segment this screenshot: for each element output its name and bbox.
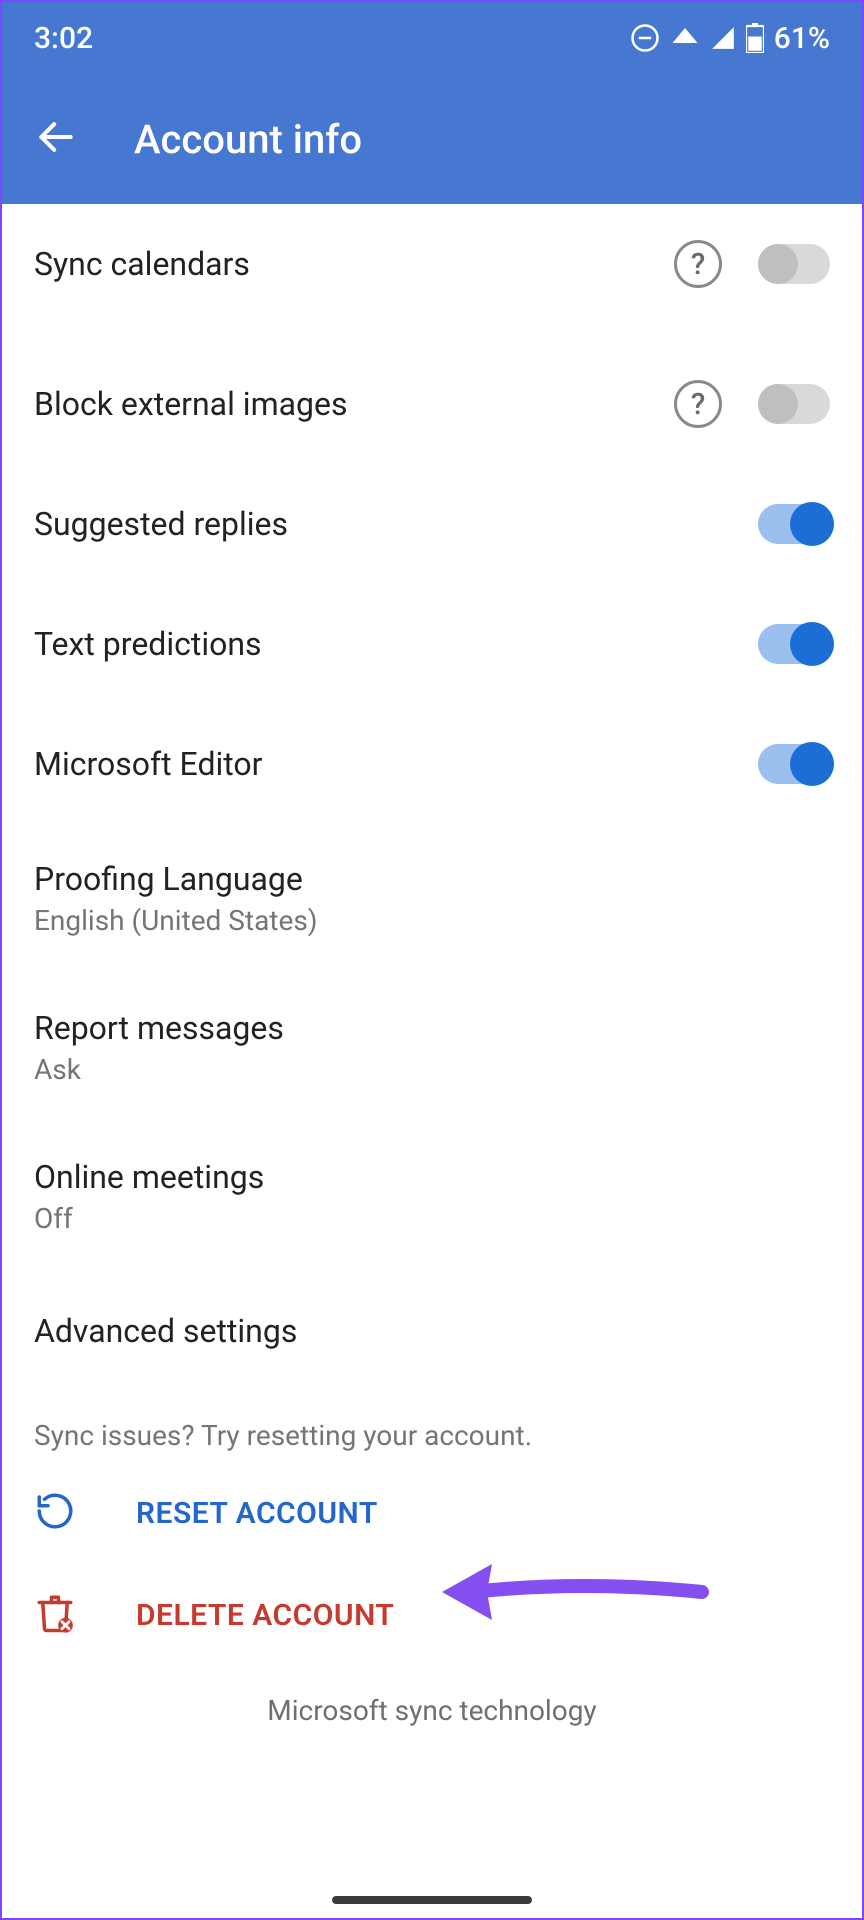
toggle-block-external-images[interactable] <box>758 384 830 424</box>
footer-text: Microsoft sync technology <box>2 1666 862 1737</box>
dnd-icon <box>630 23 660 53</box>
settings-list: Sync calendars ? Block external images ?… <box>2 204 862 1737</box>
status-bar: 3:02 61% <box>2 2 862 74</box>
toggle-suggested-replies[interactable] <box>758 504 830 544</box>
sync-hint: Sync issues? Try resetting your account. <box>2 1391 862 1462</box>
value-online-meetings: Off <box>34 1202 830 1235</box>
app-bar: Account info <box>2 74 862 204</box>
value-proofing-language: English (United States) <box>34 904 830 937</box>
label-advanced-settings: Advanced settings <box>34 1312 830 1350</box>
delete-account-button[interactable]: DELETE ACCOUNT <box>2 1564 862 1666</box>
help-icon[interactable]: ? <box>674 380 722 428</box>
status-right: 61% <box>630 21 830 56</box>
value-report-messages: Ask <box>34 1053 830 1086</box>
row-online-meetings[interactable]: Online meetings Off <box>2 1122 862 1271</box>
label-suggested-replies: Suggested replies <box>34 505 758 543</box>
label-text-predictions: Text predictions <box>34 625 758 663</box>
trash-icon <box>34 1592 76 1638</box>
toggle-microsoft-editor[interactable] <box>758 744 830 784</box>
status-time: 3:02 <box>34 21 93 56</box>
back-button[interactable] <box>34 115 78 163</box>
label-microsoft-editor: Microsoft Editor <box>34 745 758 783</box>
row-text-predictions[interactable]: Text predictions <box>2 584 862 704</box>
label-report-messages: Report messages <box>34 1009 830 1047</box>
label-online-meetings: Online meetings <box>34 1158 830 1196</box>
wifi-icon <box>670 23 700 53</box>
row-advanced-settings[interactable]: Advanced settings <box>2 1271 862 1391</box>
toggle-text-predictions[interactable] <box>758 624 830 664</box>
nav-handle[interactable] <box>332 1896 532 1904</box>
row-proofing-language[interactable]: Proofing Language English (United States… <box>2 824 862 973</box>
reset-account-label: RESET ACCOUNT <box>136 1496 378 1531</box>
reset-account-button[interactable]: RESET ACCOUNT <box>2 1462 862 1564</box>
battery-icon <box>746 23 764 53</box>
delete-account-label: DELETE ACCOUNT <box>136 1598 394 1633</box>
row-microsoft-editor[interactable]: Microsoft Editor <box>2 704 862 824</box>
row-suggested-replies[interactable]: Suggested replies <box>2 464 862 584</box>
label-block-external-images: Block external images <box>34 385 674 423</box>
reset-icon <box>34 1490 76 1536</box>
battery-percent: 61% <box>774 21 830 56</box>
label-sync-calendars: Sync calendars <box>34 245 674 283</box>
signal-icon <box>710 25 736 51</box>
row-report-messages[interactable]: Report messages Ask <box>2 973 862 1122</box>
toggle-sync-calendars[interactable] <box>758 244 830 284</box>
help-icon[interactable]: ? <box>674 240 722 288</box>
label-proofing-language: Proofing Language <box>34 860 830 898</box>
page-title: Account info <box>134 116 362 163</box>
row-block-external-images[interactable]: Block external images ? <box>2 344 862 464</box>
row-sync-calendars[interactable]: Sync calendars ? <box>2 204 862 324</box>
